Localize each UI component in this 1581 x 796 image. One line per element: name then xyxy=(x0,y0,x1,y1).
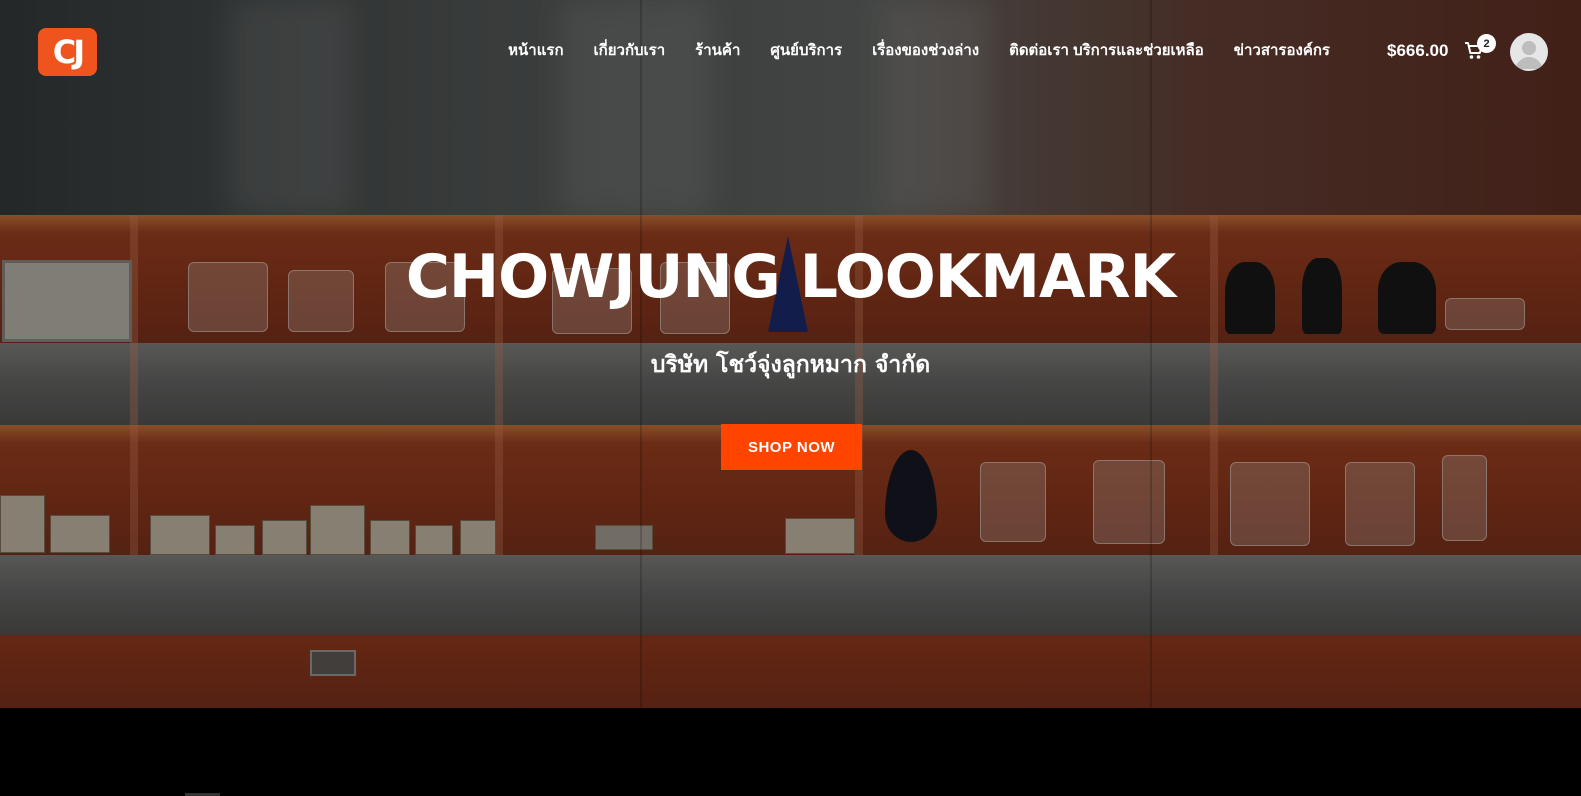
hero-section: CHOWJUNG LOOKMARK บริษัท โชว์จุ่งลูกหมาก… xyxy=(0,0,1581,708)
hero-subtitle: บริษัท โชว์จุ่งลูกหมาก จำกัด xyxy=(650,352,931,378)
user-avatar-icon[interactable] xyxy=(1510,33,1548,71)
nav-item-service-center[interactable]: ศูนย์บริการ xyxy=(755,40,857,62)
nav-item-about[interactable]: เกี่ยวกับเรา xyxy=(579,40,681,62)
nav-item-suspension[interactable]: เรื่องของช่วงล่าง xyxy=(857,40,994,62)
nav-item-contact[interactable]: ติดต่อเรา บริการและช่วยเหลือ xyxy=(994,40,1219,62)
hero-title: CHOWJUNG LOOKMARK xyxy=(405,242,1176,312)
cart-total[interactable]: $666.00 xyxy=(1387,40,1448,62)
nav-item-shop[interactable]: ร้านค้า xyxy=(680,40,755,62)
cart-count-badge: 2 xyxy=(1477,34,1496,53)
nav-item-news[interactable]: ข่าวสารองค์กร xyxy=(1219,40,1345,62)
site-header: CJ หน้าแรก เกี่ยวกับเรา ร้านค้า ศูนย์บริ… xyxy=(0,0,1581,103)
site-logo[interactable]: CJ xyxy=(38,28,97,76)
main-nav: หน้าแรก เกี่ยวกับเรา ร้านค้า ศูนย์บริการ… xyxy=(493,40,1345,62)
nav-item-home[interactable]: หน้าแรก xyxy=(493,40,578,62)
shop-now-button[interactable]: SHOP NOW xyxy=(721,424,862,470)
